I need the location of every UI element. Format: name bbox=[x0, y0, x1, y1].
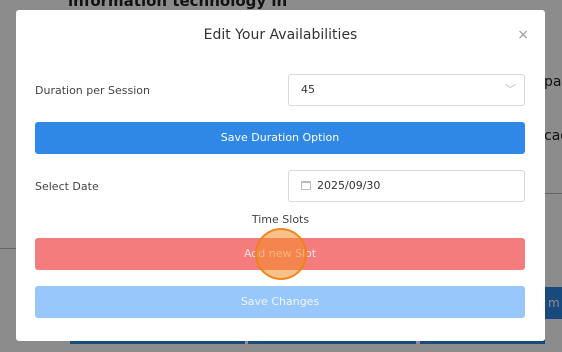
duration-select[interactable]: 45 ﹀ bbox=[288, 74, 525, 106]
date-picker-input[interactable]: 2025/09/30 bbox=[288, 170, 525, 202]
calendar-icon bbox=[301, 181, 311, 190]
close-icon[interactable]: × bbox=[517, 27, 529, 43]
duration-label: Duration per Session bbox=[35, 84, 151, 97]
duration-value: 45 bbox=[301, 83, 315, 96]
add-new-slot-button[interactable]: Add new Slot bbox=[35, 238, 525, 270]
save-duration-button[interactable]: Save Duration Option bbox=[35, 122, 525, 154]
edit-availabilities-modal: Edit Your Availabilities × Duration per … bbox=[16, 10, 545, 341]
chevron-down-icon: ﹀ bbox=[505, 83, 516, 96]
save-changes-button[interactable]: Save Changes bbox=[35, 286, 525, 318]
modal-title: Edit Your Availabilities bbox=[203, 27, 358, 43]
select-date-label: Select Date bbox=[35, 180, 99, 193]
time-slots-label: Time Slots bbox=[251, 213, 310, 226]
date-value: 2025/09/30 bbox=[317, 179, 381, 192]
